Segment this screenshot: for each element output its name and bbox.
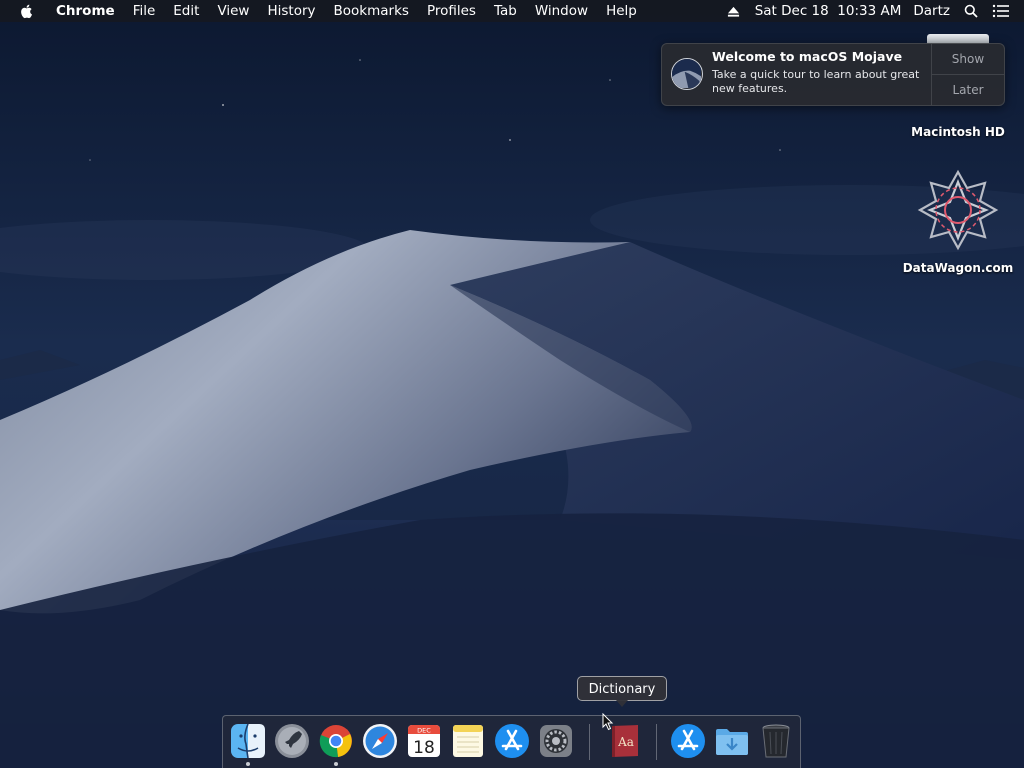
dock-item-downloads[interactable] (713, 722, 751, 760)
calendar-icon: DEC 18 (408, 725, 440, 758)
dock-item-launchpad[interactable] (273, 722, 311, 760)
dock-item-calendar[interactable]: DEC 18 (405, 722, 443, 760)
eject-icon[interactable] (723, 0, 745, 22)
menu-history[interactable]: History (258, 0, 324, 22)
notification-actions: Show Later (931, 44, 1004, 105)
finder-icon (231, 723, 265, 759)
notification-later-button[interactable]: Later (932, 75, 1004, 105)
trash-icon (762, 724, 790, 758)
dock-item-notes[interactable] (449, 722, 487, 760)
notification-title: Welcome to macOS Mojave (712, 49, 903, 64)
menu-help[interactable]: Help (597, 0, 646, 22)
desktop-icon-label: Macintosh HD (911, 125, 1005, 139)
menu-bar-clock[interactable]: Sat Dec 18 10:33 AM (749, 0, 908, 22)
calendar-month: DEC (417, 727, 431, 735)
notes-icon (453, 725, 483, 757)
calendar-day: 18 (413, 738, 435, 758)
dock-separator (589, 724, 590, 760)
menu-app-name[interactable]: Chrome (47, 0, 124, 22)
desktop-icon-label: DataWagon.com (902, 261, 1014, 275)
app-store-icon (495, 724, 529, 758)
launchpad-icon (275, 724, 309, 758)
dock-separator (656, 724, 657, 760)
running-indicator (334, 762, 338, 766)
dictionary-glyph: Aa (617, 735, 634, 749)
menu-tab[interactable]: Tab (485, 0, 526, 22)
menu-bar: Chrome File Edit View History Bookmarks … (0, 0, 1024, 22)
menu-edit[interactable]: Edit (164, 0, 208, 22)
menu-bookmarks[interactable]: Bookmarks (325, 0, 418, 22)
spotlight-search-icon[interactable] (960, 0, 982, 22)
dock-item-app-store[interactable] (493, 722, 531, 760)
dock-item-safari[interactable] (361, 722, 399, 760)
menu-bar-user[interactable]: Dartz (907, 0, 956, 22)
menu-profiles[interactable]: Profiles (418, 0, 485, 22)
apple-logo-icon[interactable] (19, 3, 35, 19)
menu-bar-status-area: Sat Dec 18 10:33 AM Dartz (719, 0, 1024, 22)
dock-tooltip: Dictionary (577, 676, 667, 701)
desktop: Chrome File Edit View History Bookmarks … (0, 0, 1024, 768)
menu-file[interactable]: File (124, 0, 165, 22)
dock-item-chrome[interactable] (317, 722, 355, 760)
dock-item-applications[interactable] (669, 722, 707, 760)
chrome-icon (319, 725, 352, 758)
menu-view[interactable]: View (208, 0, 258, 22)
dock-item-finder[interactable] (229, 722, 267, 760)
mouse-cursor (602, 713, 614, 731)
downloads-folder-icon (716, 729, 748, 755)
dock: DEC 18 Aa (222, 715, 801, 768)
menu-window[interactable]: Window (526, 0, 597, 22)
notification-banner[interactable]: Welcome to macOS Mojave Take a quick tou… (661, 43, 1005, 106)
notification-body: Take a quick tour to learn about great n… (712, 68, 920, 95)
dock-tooltip-arrow (616, 700, 628, 707)
list-icon[interactable] (990, 0, 1012, 22)
running-indicator (246, 762, 250, 766)
mojave-icon (671, 58, 703, 90)
system-preferences-icon (540, 725, 572, 757)
notification-show-button[interactable]: Show (932, 44, 1004, 75)
wallpaper (0, 0, 1024, 768)
datawagon-logo-icon (917, 169, 999, 251)
dock-item-trash[interactable] (757, 722, 795, 760)
app-store-icon (671, 724, 705, 758)
safari-icon (363, 724, 397, 758)
dock-item-system-preferences[interactable] (537, 722, 575, 760)
